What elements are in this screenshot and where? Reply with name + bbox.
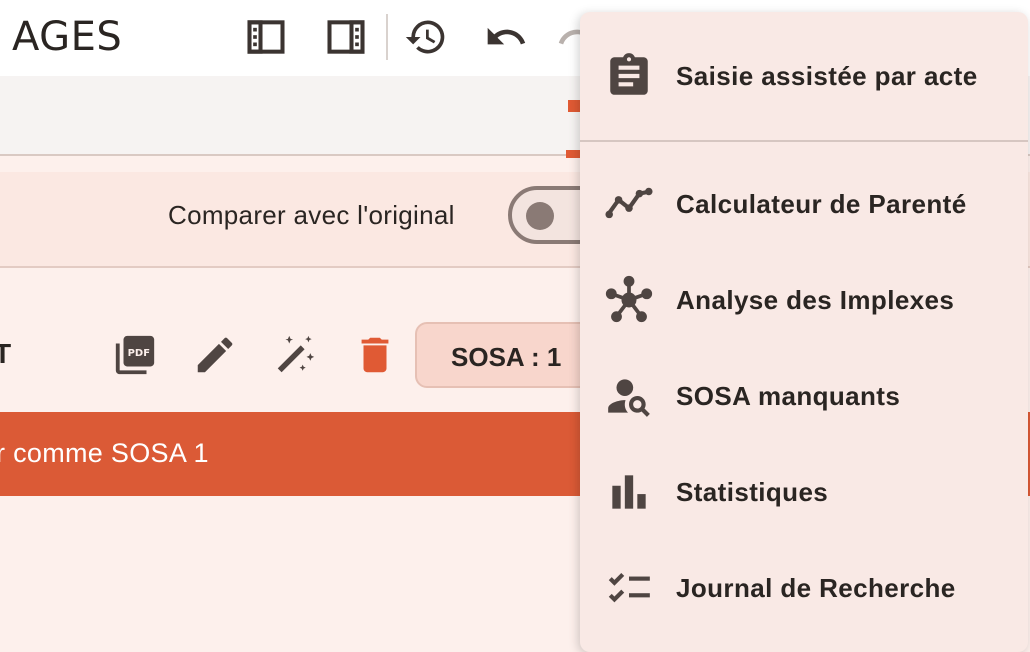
trash-icon[interactable] [352,332,398,378]
clipboard-icon [610,53,648,95]
menu-item-calculateur-parente[interactable]: Calculateur de Parenté [580,156,1028,252]
toolbar-divider [386,14,388,60]
app-title: AGES [12,14,123,60]
bar-chart-icon [612,475,646,509]
menu-item-journal-recherche[interactable]: Journal de Recherche [580,540,1028,636]
compare-label: Comparer avec l'original [168,200,455,230]
menu-item-label: Saisie assistée par acte [676,60,978,91]
tools-menu: Saisie assistée par acte Calculateur de … [580,12,1028,652]
line-chart-icon [605,187,653,219]
menu-item-label: Calculateur de Parenté [676,188,967,219]
menu-divider [580,140,1028,142]
history-icon[interactable] [404,15,448,59]
status-marker [566,150,580,158]
pdf-icon[interactable]: PDF [112,332,158,378]
menu-item-sosa-manquants[interactable]: SOSA manquants [580,348,1028,444]
checklist-icon [608,572,650,603]
person-search-icon [608,379,650,417]
svg-text:PDF: PDF [128,348,150,359]
set-sosa-banner-text: r comme SOSA 1 [0,438,209,468]
panel-left-icon[interactable] [244,15,288,59]
panel-right-icon[interactable] [324,15,368,59]
toggle-knob [526,202,554,230]
menu-item-label: Analyse des Implexes [676,284,955,315]
person-name-fragment: T [0,338,12,369]
sosa-chip-label: SOSA : 1 [451,342,562,372]
menu-item-label: Journal de Recherche [676,572,956,603]
menu-item-label: Statistiques [676,476,829,507]
menu-item-statistiques[interactable]: Statistiques [580,444,1028,540]
menu-item-saisie-assistee[interactable]: Saisie assistée par acte [580,28,1028,124]
menu-item-analyse-implexes[interactable]: Analyse des Implexes [580,252,1028,348]
hub-network-icon [605,275,653,323]
undo-icon[interactable] [484,15,528,59]
pencil-icon[interactable] [192,332,238,378]
magic-wand-icon[interactable] [272,332,318,378]
menu-item-label: SOSA manquants [676,380,901,411]
status-marker [568,100,580,112]
